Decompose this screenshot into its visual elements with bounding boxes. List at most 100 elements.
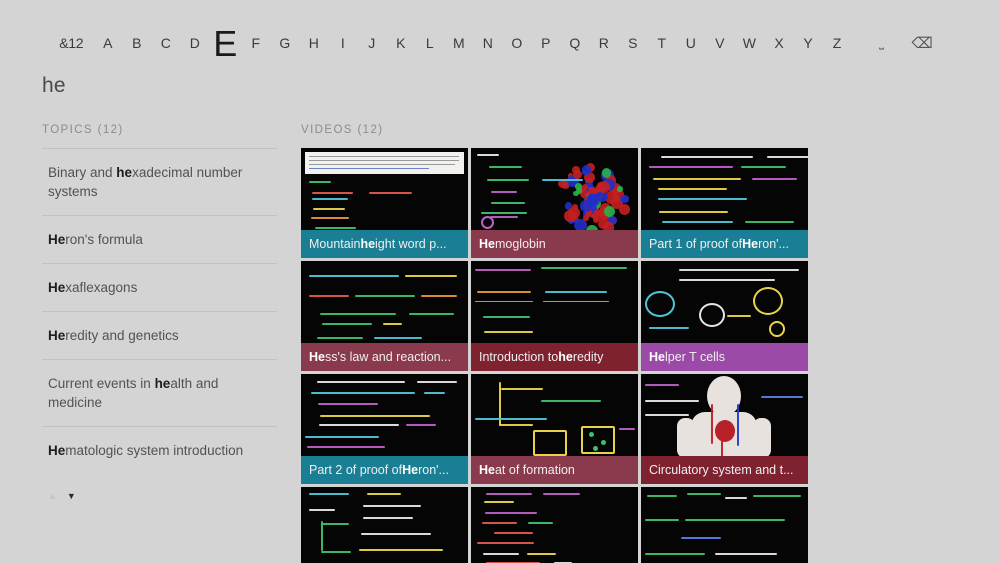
video-tile[interactable]: Changing coordinate sys... <box>471 487 638 563</box>
videos-panel: VIDEOS (12) Mountain he ight word p... He m… <box>301 124 976 563</box>
alpha-key-e[interactable]: E <box>213 26 237 62</box>
topic-text-match: He <box>48 280 66 295</box>
topic-text-suffix: redity and genetics <box>65 328 179 343</box>
video-tile[interactable]: He at of formation <box>471 374 638 484</box>
alpha-key-q[interactable]: Q <box>569 36 581 50</box>
alpha-key-x[interactable]: X <box>773 36 785 50</box>
topic-text-prefix: Current events in <box>48 376 155 391</box>
alpha-key-o[interactable]: O <box>511 36 523 50</box>
video-title-suffix: ight word p... <box>375 237 447 251</box>
videos-header: VIDEOS (12) <box>301 124 384 136</box>
video-title-suffix: ron'... <box>418 463 449 477</box>
video-caption: Introduction to he redity <box>471 343 638 371</box>
topic-item[interactable]: Binary and hexadecimal number systems <box>42 148 277 215</box>
topic-text-suffix: xaflexagons <box>65 280 138 295</box>
video-tile[interactable]: He lper T cells <box>641 261 808 371</box>
topic-text-match: He <box>48 232 66 247</box>
video-title-suffix: redity <box>572 350 604 364</box>
backspace-icon[interactable]: ⌫ <box>912 36 933 51</box>
video-tile[interactable]: He ss's law and reaction... <box>301 261 468 371</box>
video-thumbnail <box>641 487 808 563</box>
topic-item[interactable]: Current events in health and medicine <box>42 359 277 426</box>
video-caption: He ss's law and reaction... <box>301 343 468 371</box>
alpha-key-a[interactable]: A <box>102 36 114 50</box>
alpha-key-r[interactable]: R <box>598 36 610 50</box>
chevron-up-icon[interactable]: ▲ <box>48 492 57 501</box>
video-title-suffix: ss's law and reaction... <box>324 350 452 364</box>
topics-header: TOPICS (12) <box>42 124 124 136</box>
topic-text-suffix: ron's formula <box>65 232 143 247</box>
alpha-key-b[interactable]: B <box>131 36 143 50</box>
topic-text-match: he <box>154 376 171 391</box>
video-tile[interactable]: He moglobin <box>471 148 638 258</box>
video-title-suffix: ron'... <box>758 237 789 251</box>
video-caption: He moglobin <box>471 230 638 258</box>
alpha-key-w[interactable]: W <box>743 36 756 50</box>
video-caption: He lper T cells <box>641 343 808 371</box>
video-title-prefix: Part 1 of proof of <box>649 237 743 251</box>
khan-academy-search-screen: &12 A B C D E F G H I J K L M N O P Q R S T U V W X Y Z ⎵ ⌫ he TOPIC… <box>0 0 1000 563</box>
alpha-key-n[interactable]: N <box>482 36 494 50</box>
video-title-prefix: Mountain <box>309 237 361 251</box>
alpha-key-y[interactable]: Y <box>802 36 814 50</box>
alpha-key-j[interactable]: J <box>366 36 378 50</box>
video-caption: He at of formation <box>471 456 638 484</box>
alpha-key-c[interactable]: C <box>160 36 172 50</box>
alpha-key-u[interactable]: U <box>685 36 697 50</box>
video-tile[interactable]: Part 1 of proof of He ron'... <box>641 148 808 258</box>
video-title-match: He <box>309 350 325 364</box>
alpha-key-i[interactable]: I <box>337 36 349 50</box>
video-caption: Part 1 of proof of He ron'... <box>641 230 808 258</box>
video-tile[interactable]: Introduction to he redity <box>471 261 638 371</box>
alpha-key-l[interactable]: L <box>424 36 436 50</box>
topics-list: Binary and hexadecimal number systems Her… <box>42 148 277 474</box>
search-query-text[interactable]: he <box>42 74 66 98</box>
alpha-key-p[interactable]: P <box>540 36 552 50</box>
alpha-key-m[interactable]: M <box>453 36 465 50</box>
alpha-key-v[interactable]: V <box>714 36 726 50</box>
video-title-match: He <box>649 350 665 364</box>
video-title-prefix: Part 2 of proof of <box>309 463 403 477</box>
video-title-match: He <box>742 237 759 251</box>
topic-text-prefix: Binary and <box>48 165 117 180</box>
alpha-key-z[interactable]: Z <box>831 36 843 50</box>
topic-item[interactable]: Heron's formula <box>42 215 277 263</box>
video-title-match: He <box>402 463 419 477</box>
topic-text-suffix: matologic system introduction <box>65 443 244 458</box>
alpha-key-g[interactable]: G <box>279 36 291 50</box>
alpha-key-t[interactable]: T <box>656 36 668 50</box>
alpha-key-h[interactable]: H <box>308 36 320 50</box>
video-tile[interactable]: Circulatory system and t... <box>641 374 808 484</box>
topic-text-match: He <box>48 443 66 458</box>
space-icon[interactable]: ⎵ <box>876 37 888 49</box>
video-caption: Part 2 of proof of He ron'... <box>301 456 468 484</box>
video-tile[interactable]: Specific heat, heat of fus... <box>641 487 808 563</box>
video-tile[interactable]: Mountain he ight word p... <box>301 148 468 258</box>
video-caption: Mountain he ight word p... <box>301 230 468 258</box>
video-caption: Circulatory system and t... <box>641 456 808 484</box>
alpha-key-num12[interactable]: &12 <box>59 36 83 50</box>
videos-grid: Mountain he ight word p... He moglobin Part … <box>301 148 976 563</box>
alpha-key-k[interactable]: K <box>395 36 407 50</box>
video-title-suffix: moglobin <box>494 237 546 251</box>
topic-item[interactable]: Hexaflexagons <box>42 263 277 311</box>
video-title-match: he <box>360 237 376 251</box>
video-title-prefix: Circulatory system and t... <box>649 463 794 477</box>
topic-item[interactable]: Hematologic system introduction <box>42 426 277 474</box>
video-tile[interactable]: Heron's formula <box>301 487 468 563</box>
alpha-key-s[interactable]: S <box>627 36 639 50</box>
topic-item[interactable]: Heredity and genetics <box>42 311 277 359</box>
video-title-suffix: lper T cells <box>664 350 725 364</box>
video-title-prefix: Introduction to <box>479 350 559 364</box>
video-tile[interactable]: Part 2 of proof of He ron'... <box>301 374 468 484</box>
alpha-key-f[interactable]: F <box>250 36 262 50</box>
topics-panel: TOPICS (12) Binary and hexadecimal numbe… <box>42 124 277 501</box>
chevron-down-icon[interactable]: ▼ <box>67 492 76 501</box>
video-thumbnail <box>301 487 468 563</box>
topic-text-match: He <box>48 328 66 343</box>
alpha-key-d[interactable]: D <box>189 36 201 50</box>
alphabet-filter-bar: &12 A B C D E F G H I J K L M N O P Q R S T U V W X Y Z ⎵ ⌫ <box>0 24 1000 62</box>
video-title-match: He <box>479 237 495 251</box>
video-title-match: he <box>558 350 573 364</box>
video-title-match: He <box>479 463 495 477</box>
